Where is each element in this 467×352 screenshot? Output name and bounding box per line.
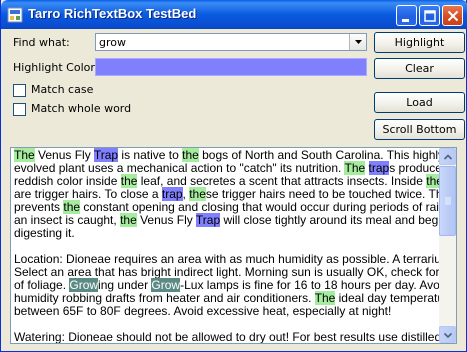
text-run: will close tightly around its meal and b… <box>220 213 448 227</box>
text-run: constant opening and closing that would … <box>80 200 457 214</box>
rich-text-box[interactable]: The Venus Fly Trap is native to the bogs… <box>10 147 457 344</box>
text-run: evolved plant uses a mechanical action t… <box>14 161 345 175</box>
highlighted-match: the <box>63 200 81 214</box>
text-run: between 65F to 80F degrees. Avoid excess… <box>14 304 392 318</box>
close-icon <box>447 10 459 22</box>
highlighted-match: the <box>120 213 137 227</box>
find-what-value[interactable]: grow <box>99 36 126 49</box>
match-whole-word-label[interactable]: Match whole word <box>31 102 131 115</box>
text-line: Watering: Dioneae should not be allowed … <box>14 331 456 344</box>
clear-button[interactable]: Clear <box>374 58 465 79</box>
text-run: Watering: Dioneae should not be allowed … <box>14 330 457 344</box>
text-run: leaf, and secretes a scent that attracts… <box>137 174 427 188</box>
text-run: bogs of North and South Carolina. This h… <box>198 148 445 162</box>
highlighted-match: The <box>314 291 336 305</box>
find-what-combobox[interactable]: grow <box>95 33 367 51</box>
grip-icon <box>445 197 451 205</box>
maximize-button[interactable] <box>419 5 440 26</box>
highlight-color-swatch[interactable] <box>95 58 367 76</box>
text-run: Select an area that has bright indirect … <box>14 265 457 279</box>
text-run: reddish color inside <box>14 174 121 188</box>
highlighted-match: the <box>120 174 138 188</box>
text-run: prevents <box>14 200 64 214</box>
highlighted-match: Trap <box>93 148 119 162</box>
highlighted-match: trap <box>368 161 390 175</box>
scroll-up-button[interactable] <box>439 148 456 165</box>
text-run: se trigger hairs need to be touched twic… <box>205 187 452 201</box>
arrow-up-icon <box>443 154 453 160</box>
arrow-down-icon <box>443 332 453 339</box>
text-run: Location: Dioneae requires an area with … <box>14 252 457 266</box>
highlighted-match: The <box>344 161 366 175</box>
highlighted-match: the <box>189 187 206 201</box>
minimize-icon <box>402 19 409 22</box>
highlighted-match: the <box>182 148 199 162</box>
text-line: digesting it. <box>14 227 437 240</box>
text-run: are trigger hairs. To close a <box>14 187 162 201</box>
text-run: of foliage. <box>14 278 70 292</box>
highlight-color-label: Highlight Color: <box>13 61 99 74</box>
vertical-scrollbar[interactable] <box>439 148 456 343</box>
combobox-dropdown-button[interactable] <box>349 34 366 50</box>
highlighted-match: Grow <box>151 278 181 292</box>
scrollbar-thumb[interactable] <box>439 166 456 236</box>
app-icon <box>7 7 23 23</box>
maximize-icon <box>424 10 436 22</box>
highlighted-match: Trap <box>195 213 221 227</box>
minimize-button[interactable] <box>396 5 417 26</box>
find-what-label: Find what: <box>13 36 70 49</box>
text-line: between 65F to 80F degrees. Avoid excess… <box>14 305 437 318</box>
highlight-button[interactable]: Highlight <box>374 32 465 53</box>
scroll-bottom-button[interactable]: Scroll Bottom <box>374 119 465 140</box>
text-line: an insect is caught, the Venus Fly Trap … <box>14 213 448 227</box>
text-run: humidity robbing drafts from heater and … <box>14 291 315 305</box>
highlighted-match: Grow <box>69 278 99 292</box>
title-bar[interactable]: Tarro RichTextBox TestBed <box>1 0 467 29</box>
match-whole-word-checkbox[interactable] <box>13 103 26 116</box>
text-run: Venus Fly <box>34 148 94 162</box>
text-run: ing under <box>98 278 152 292</box>
match-case-label[interactable]: Match case <box>31 83 93 96</box>
highlighted-match: trap <box>161 187 183 201</box>
load-button[interactable]: Load <box>374 92 465 113</box>
chevron-down-icon <box>355 40 362 44</box>
scroll-down-button[interactable] <box>439 326 456 343</box>
text-run: an insect is caught, <box>14 213 121 227</box>
text-run: is native to <box>118 148 183 162</box>
text-run: Venus Fly <box>136 213 196 227</box>
highlighted-match: The <box>14 148 35 162</box>
main-window: Tarro RichTextBox TestBed Find what: gro… <box>0 0 467 352</box>
text-run: digesting it. <box>14 226 75 240</box>
close-button[interactable] <box>442 5 463 26</box>
text-run: -Lux lamps is fine for 16 to 18 hours pe… <box>180 278 450 292</box>
text-run <box>365 161 368 175</box>
rich-text-content[interactable]: The Venus Fly Trap is native to the bogs… <box>14 148 456 344</box>
match-case-checkbox[interactable] <box>13 84 26 97</box>
window-title: Tarro RichTextBox TestBed <box>28 6 197 21</box>
